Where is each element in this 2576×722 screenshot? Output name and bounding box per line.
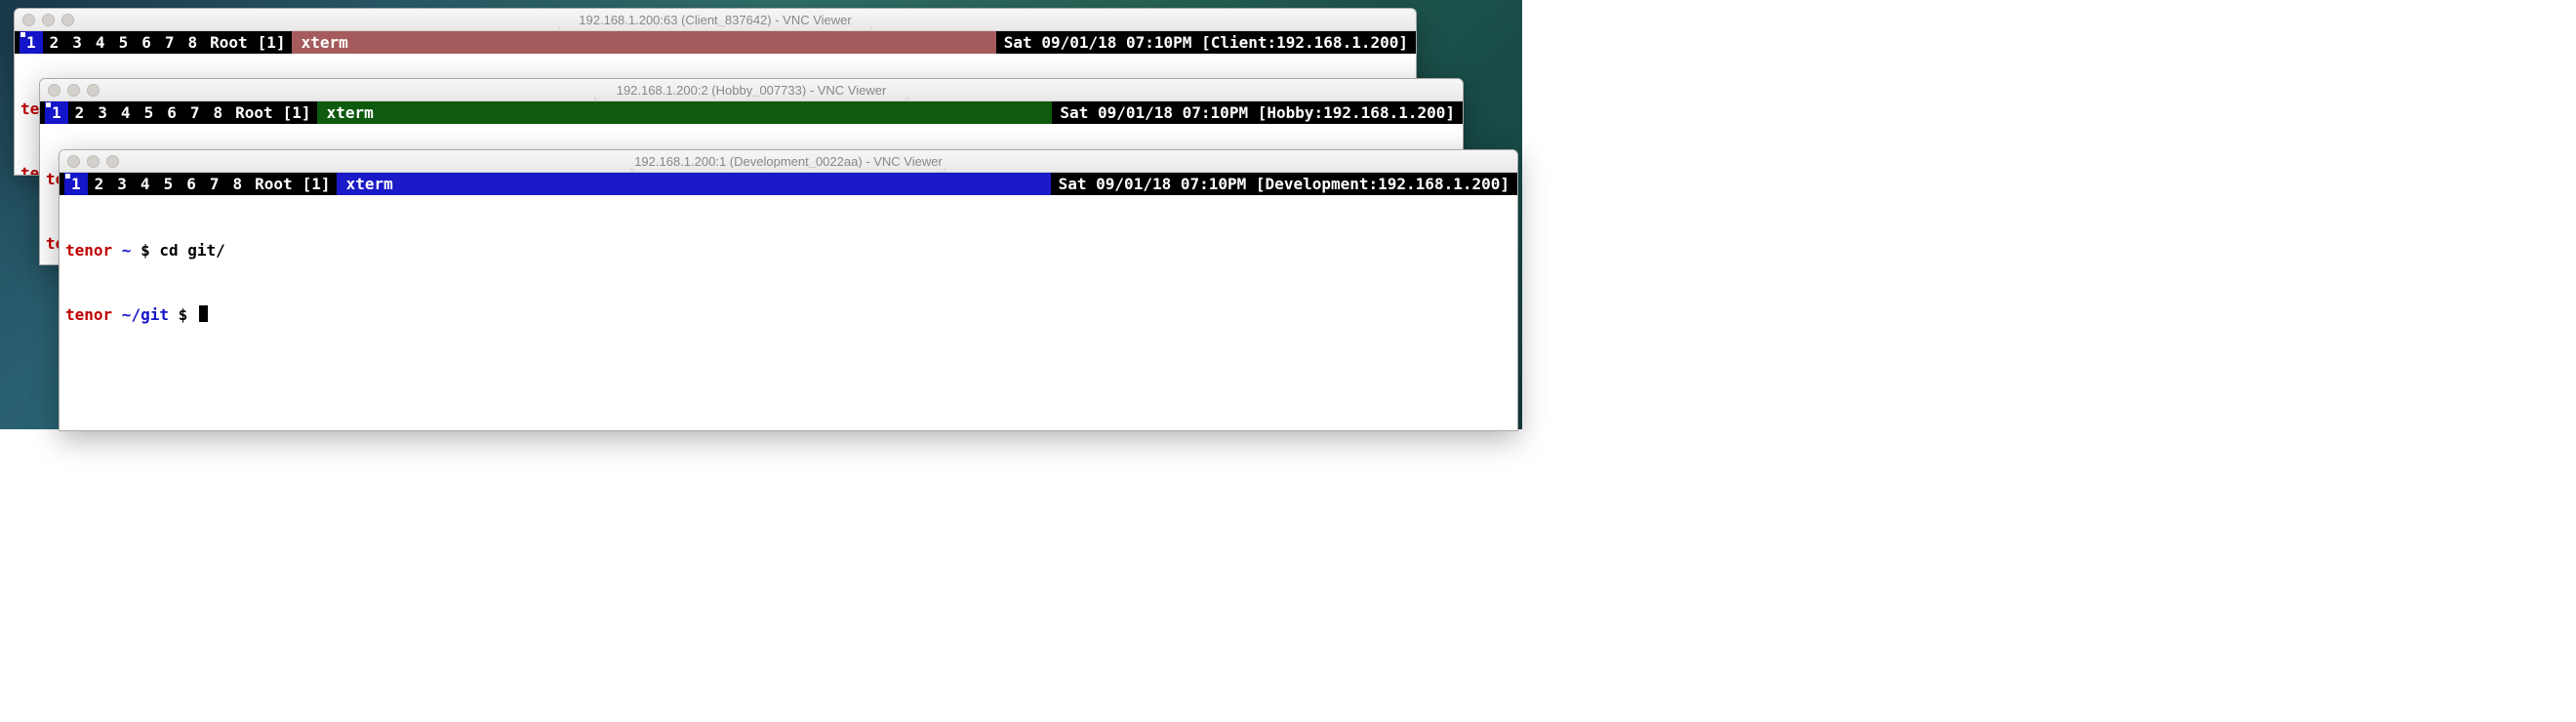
minimize-icon[interactable] — [67, 84, 80, 97]
desktop-background: 192.168.1.200:63 (Client_837642) - VNC V… — [0, 0, 1522, 429]
terminal-body[interactable]: tenor ~ $ cd git/ tenor ~/git $ — [60, 195, 1517, 394]
active-app-label: xterm — [317, 101, 383, 124]
zoom-icon[interactable] — [106, 155, 119, 168]
workspace-2[interactable]: 2 — [88, 173, 111, 195]
workspace-7[interactable]: 7 — [203, 173, 226, 195]
workspace-7[interactable]: 7 — [183, 101, 207, 124]
workspace-1[interactable]: 1 — [64, 173, 88, 195]
workspace-1[interactable]: 1 — [45, 101, 68, 124]
traffic-lights — [22, 14, 74, 26]
window-count: [1] — [283, 101, 317, 124]
clock-status: Sat 09/01/18 07:10PM [Development:192.16… — [1051, 173, 1517, 195]
workspace-1[interactable]: 1 — [20, 31, 43, 54]
window-titlebar[interactable]: 192.168.1.200:63 (Client_837642) - VNC V… — [15, 9, 1416, 31]
workspace-8[interactable]: 8 — [225, 173, 249, 195]
workspace-6[interactable]: 6 — [160, 101, 183, 124]
workspace-6[interactable]: 6 — [180, 173, 203, 195]
window-titlebar[interactable]: 192.168.1.200:2 (Hobby_007733) - VNC Vie… — [40, 79, 1463, 101]
active-app-label: xterm — [337, 173, 403, 195]
clock-status: Sat 09/01/18 07:10PM [Client:192.168.1.2… — [996, 31, 1416, 54]
cursor-icon — [199, 305, 208, 322]
workspace-list: 1 2 3 4 5 6 7 8 — [45, 101, 229, 124]
workspace-root[interactable]: Root — [204, 31, 258, 54]
close-icon[interactable] — [48, 84, 60, 97]
close-icon[interactable] — [67, 155, 80, 168]
traffic-lights — [67, 155, 119, 168]
minimize-icon[interactable] — [87, 155, 100, 168]
window-title: 192.168.1.200:63 (Client_837642) - VNC V… — [15, 13, 1416, 27]
workspace-3[interactable]: 3 — [91, 101, 114, 124]
terminal-line: tenor ~/git $ — [65, 304, 1511, 326]
workspace-4[interactable]: 4 — [114, 101, 138, 124]
workspace-2[interactable]: 2 — [68, 101, 92, 124]
workspace-root[interactable]: Root — [249, 173, 302, 195]
workspace-5[interactable]: 5 — [157, 173, 181, 195]
workspace-3[interactable]: 3 — [110, 173, 134, 195]
workspace-7[interactable]: 7 — [158, 31, 181, 54]
clock-status: Sat 09/01/18 07:10PM [Hobby:192.168.1.20… — [1052, 101, 1463, 124]
zoom-icon[interactable] — [87, 84, 100, 97]
workspace-8[interactable]: 8 — [181, 31, 204, 54]
window-title: 192.168.1.200:1 (Development_0022aa) - V… — [60, 154, 1517, 169]
traffic-lights — [48, 84, 100, 97]
window-count: [1] — [302, 173, 337, 195]
workspace-5[interactable]: 5 — [112, 31, 136, 54]
xterm-status-bar: 1 2 3 4 5 6 7 8 Root [1] xterm Sat 09/01… — [60, 173, 1517, 195]
titlebar-handle[interactable] — [558, 26, 872, 31]
workspace-5[interactable]: 5 — [138, 101, 161, 124]
minimize-icon[interactable] — [42, 14, 55, 26]
workspace-3[interactable]: 3 — [65, 31, 89, 54]
titlebar-handle[interactable] — [594, 97, 908, 101]
workspace-root[interactable]: Root — [229, 101, 283, 124]
terminal-line: tenor ~ $ cd git/ — [65, 240, 1511, 261]
workspace-list: 1 2 3 4 5 6 7 8 — [20, 31, 204, 54]
window-count: [1] — [258, 31, 292, 54]
workspace-2[interactable]: 2 — [43, 31, 66, 54]
vnc-window-development[interactable]: 192.168.1.200:1 (Development_0022aa) - V… — [59, 149, 1518, 431]
workspace-6[interactable]: 6 — [135, 31, 158, 54]
active-app-label: xterm — [292, 31, 358, 54]
zoom-icon[interactable] — [61, 14, 74, 26]
workspace-4[interactable]: 4 — [134, 173, 157, 195]
workspace-8[interactable]: 8 — [206, 101, 229, 124]
close-icon[interactable] — [22, 14, 35, 26]
window-title: 192.168.1.200:2 (Hobby_007733) - VNC Vie… — [40, 83, 1463, 98]
workspace-4[interactable]: 4 — [89, 31, 112, 54]
workspace-list: 1 2 3 4 5 6 7 8 — [64, 173, 249, 195]
xterm-status-bar: 1 2 3 4 5 6 7 8 Root [1] xterm Sat 09/01… — [15, 31, 1416, 54]
xterm-status-bar: 1 2 3 4 5 6 7 8 Root [1] xterm Sat 09/01… — [40, 101, 1463, 124]
titlebar-handle[interactable] — [631, 168, 946, 173]
window-titlebar[interactable]: 192.168.1.200:1 (Development_0022aa) - V… — [60, 150, 1517, 173]
